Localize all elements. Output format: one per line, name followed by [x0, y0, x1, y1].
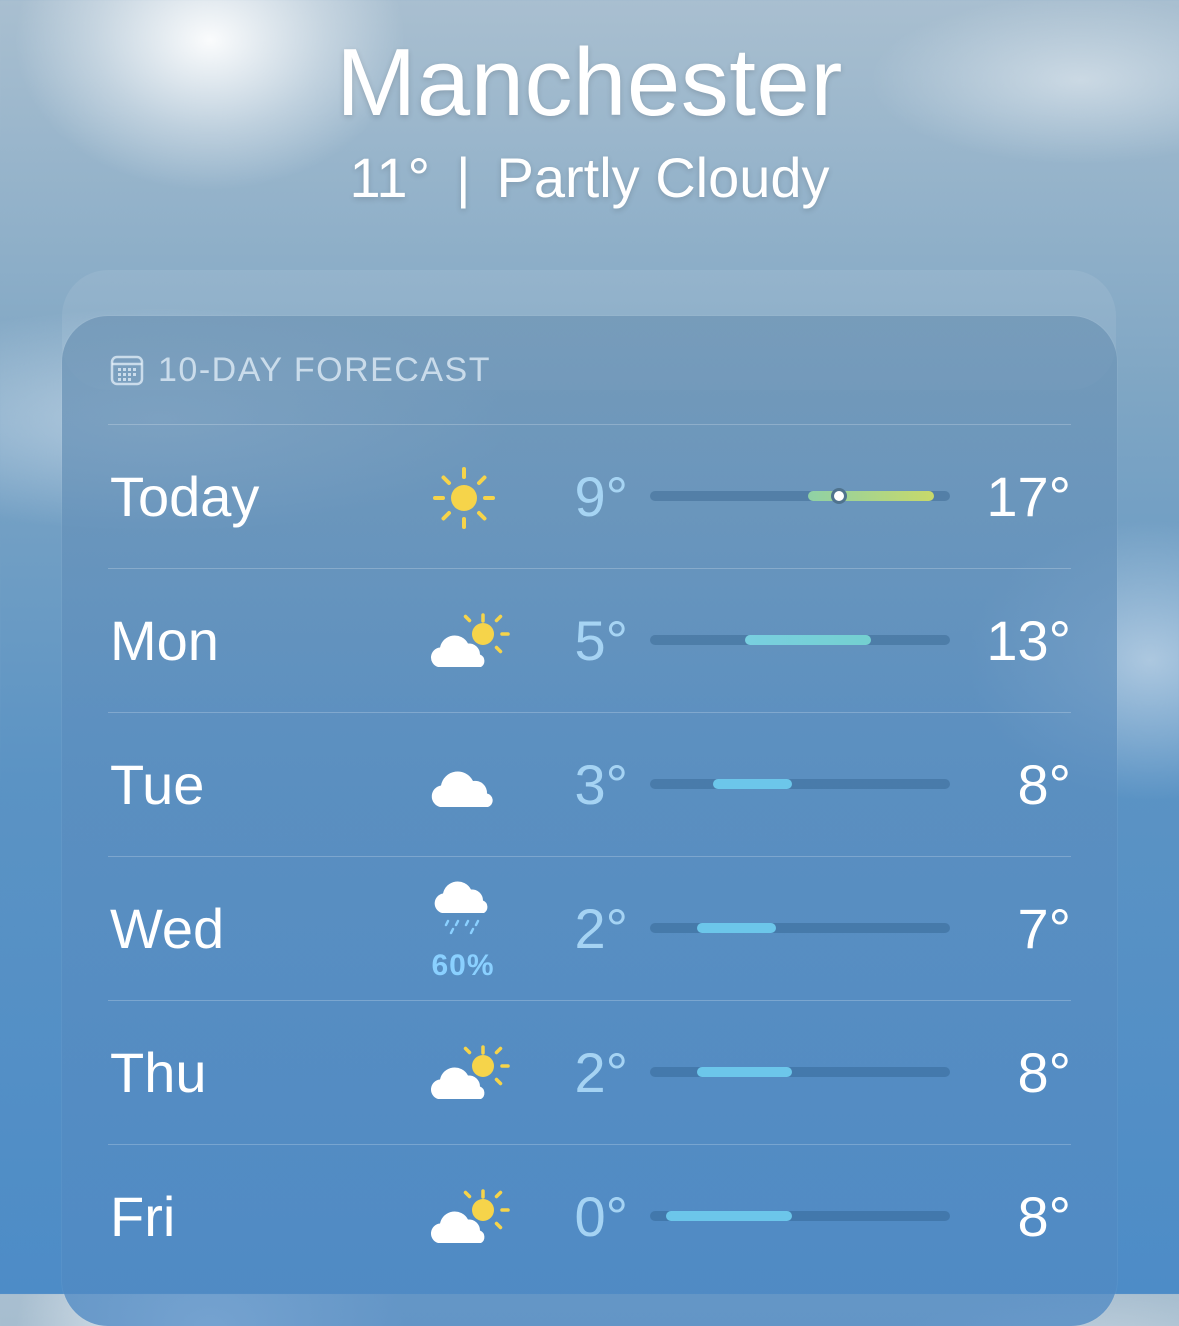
current-temperature: 11°: [349, 146, 430, 209]
forecast-row[interactable]: Mon 5° 13°: [108, 568, 1071, 713]
high-temperature: 8°: [1017, 1041, 1071, 1104]
forecast-row[interactable]: Tue 3° 8°: [108, 712, 1071, 857]
temperature-range-bar: [650, 779, 950, 789]
location-header: Manchester 11° | Partly Cloudy: [0, 28, 1179, 210]
low-temperature: 9°: [574, 465, 628, 528]
forecast-row[interactable]: Today 9° 17°: [108, 424, 1071, 569]
current-summary: 11° | Partly Cloudy: [0, 146, 1179, 210]
forecast-day-label: Thu: [110, 1041, 207, 1104]
temperature-range-fill: [713, 779, 793, 789]
high-temperature: 7°: [1017, 897, 1071, 960]
low-temperature: 0°: [574, 1185, 628, 1248]
low-temperature: 5°: [574, 609, 628, 672]
calendar-icon: [110, 355, 144, 386]
low-temperature: 3°: [574, 753, 628, 816]
temperature-range-fill: [807, 491, 935, 501]
temperature-range-fill: [697, 1067, 793, 1077]
forecast-day-label: Mon: [110, 609, 219, 672]
forecast-card-title: 10-DAY FORECAST: [110, 350, 491, 389]
high-temperature: 8°: [1017, 753, 1071, 816]
temperature-range-bar: [650, 488, 950, 504]
forecast-row[interactable]: Wed 60% 2° 7°: [108, 856, 1071, 1001]
partly-cloudy-icon: [424, 607, 510, 677]
cloud-icon: [424, 751, 504, 821]
temperature-range-fill: [744, 635, 872, 645]
high-temperature: 17°: [986, 465, 1071, 528]
high-temperature: 8°: [1017, 1185, 1071, 1248]
temperature-range-bar: [650, 635, 950, 645]
precipitation-chance: 60%: [431, 949, 495, 982]
forecast-row[interactable]: Thu 2° 8°: [108, 1000, 1071, 1145]
low-temperature: 2°: [574, 897, 628, 960]
forecast-title-text: 10-DAY FORECAST: [158, 350, 491, 389]
partly-cloudy-icon: [424, 1039, 510, 1109]
high-temperature: 13°: [986, 609, 1071, 672]
sun-icon: [424, 463, 504, 533]
temperature-range-bar: [650, 1211, 950, 1221]
partly-cloudy-icon: [424, 1183, 510, 1253]
temperature-range-fill: [665, 1211, 793, 1221]
temperature-range-fill: [697, 923, 777, 933]
temperature-range-bar: [650, 1067, 950, 1077]
cloud-drizzle-icon: [424, 871, 504, 941]
current-temperature-marker: [831, 488, 848, 504]
forecast-row[interactable]: Fri 0° 8°: [108, 1144, 1071, 1289]
forecast-day-label: Fri: [110, 1185, 176, 1248]
forecast-day-label: Today: [110, 465, 260, 528]
temperature-range-bar: [650, 923, 950, 933]
separator: |: [455, 146, 471, 209]
current-condition: Partly Cloudy: [496, 146, 830, 209]
ten-day-forecast-card[interactable]: 10-DAY FORECAST Today 9° 17° Mon 5° 13° Tue 3° 8…: [62, 316, 1117, 1326]
forecast-day-label: Tue: [110, 753, 205, 816]
forecast-day-label: Wed: [110, 897, 225, 960]
city-name: Manchester: [336, 29, 843, 136]
low-temperature: 2°: [574, 1041, 628, 1104]
